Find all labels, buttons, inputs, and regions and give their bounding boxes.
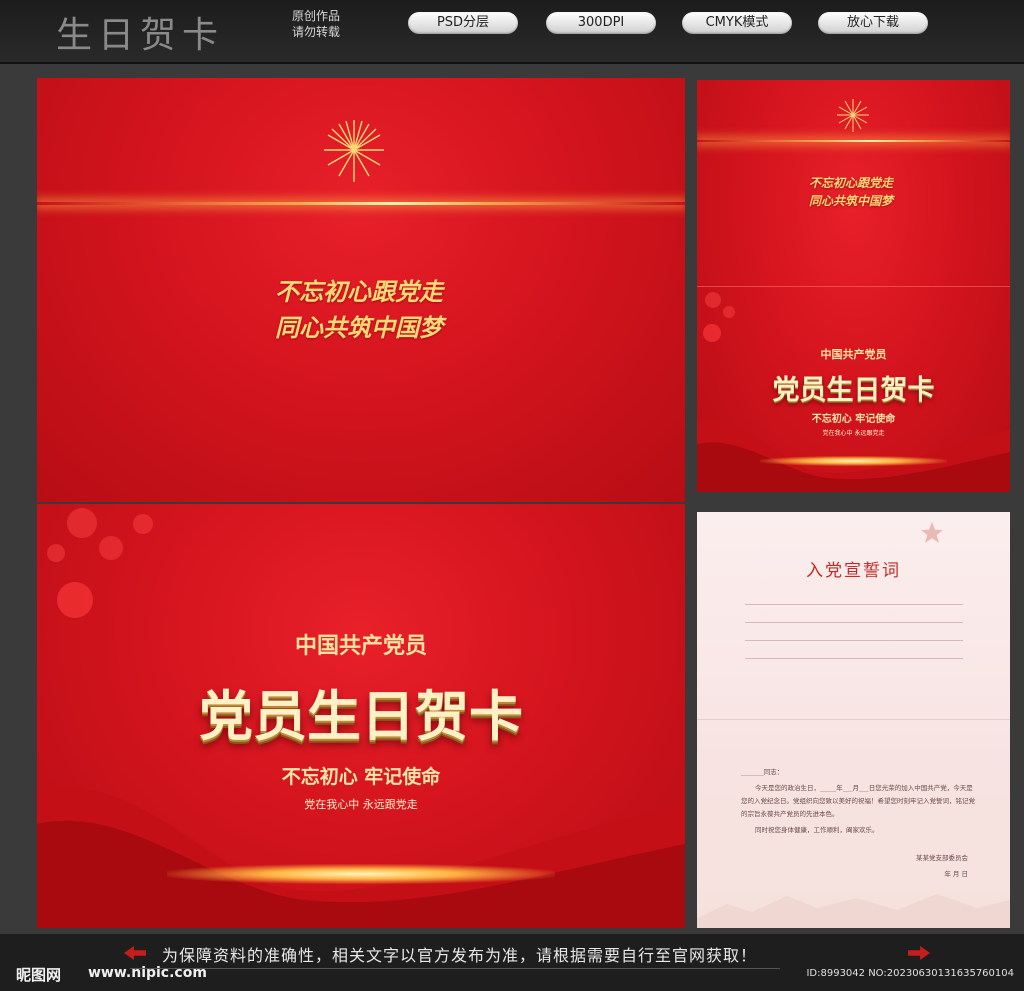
floor-glow [166, 864, 556, 884]
blank-line [745, 658, 963, 659]
slogan-line-2: 同心共筑中国梦 [275, 313, 443, 342]
card-preview-small: 不忘初心跟党走 同心共筑中国梦 中国共产党员 党员生日贺卡 不忘初心 牢记使命 … [697, 80, 1010, 492]
footer-divider [130, 968, 780, 969]
disclaimer-notice: 为保障资料的准确性，相关文字以官方发布为准，请根据需要自行至官网获取！ [162, 946, 758, 965]
bokeh [705, 292, 721, 308]
floor-glow [759, 456, 948, 466]
brand-name: 昵图网 [16, 966, 62, 984]
bokeh [703, 324, 721, 342]
brand-url[interactable]: www.nipic.com [88, 965, 207, 981]
badge-dpi: 300DPI [546, 12, 656, 34]
bokeh [47, 544, 65, 562]
bokeh [67, 508, 97, 538]
copyright-note: 原创作品 请勿转载 [292, 9, 341, 39]
letter-signature: 某某党支部委员会 [916, 854, 968, 862]
mountain-decoration [697, 894, 1010, 928]
glow-line [37, 202, 685, 205]
page-title: 生日贺卡 [56, 15, 225, 56]
blank-line [745, 640, 963, 641]
letter-salutation: _______同志： [741, 768, 784, 776]
fold-line [697, 719, 1010, 720]
letter-paragraph-2: 同时祝您身体健康，工作顺利，阖家欢乐。 [755, 826, 879, 834]
bokeh [723, 306, 735, 318]
image-id-line: ID:8993042 NO:20230630131635760104 [806, 968, 1014, 979]
small-card-subtitle: 中国共产党员 [820, 348, 887, 361]
firework-icon [324, 120, 384, 182]
ribbon-wave [697, 418, 1010, 492]
bokeh [133, 514, 153, 534]
blank-line [745, 604, 963, 605]
arrow-right-icon [908, 946, 930, 960]
firework-icon [837, 99, 869, 132]
footer-bar: 为保障资料的准确性，相关文字以官方发布为准，请根据需要自行至官网获取！ 昵图网 … [0, 934, 1024, 991]
letter-date: 年 月 日 [944, 870, 968, 878]
small-slogan-line-2: 同心共筑中国梦 [809, 194, 894, 208]
bokeh [57, 582, 93, 618]
letter-paragraph-1: 今天是您的政治生日，_____年___月___日您光荣的加入中国共产党，今天是您… [741, 784, 975, 818]
small-slogan-line-1: 不忘初心跟党走 [809, 176, 894, 190]
fold-line [697, 286, 1010, 287]
slogan-line-1: 不忘初心跟党走 [275, 277, 443, 306]
badge-download: 放心下载 [818, 12, 928, 34]
arrow-left-icon [124, 946, 146, 960]
card-inner-large: 中国共产党员 党员生日贺卡 不忘初心 牢记使命 党在我心中 永远跟党走 [37, 504, 685, 928]
star-icon [921, 522, 943, 543]
letter-title: 入党宣誓词 [806, 561, 901, 581]
card-subtitle: 中国共产党员 [294, 634, 427, 659]
ribbon-wave [37, 787, 685, 928]
card-cover-large: 不忘初心跟党走 同心共筑中国梦 [37, 78, 685, 502]
header-bar: 生日贺卡 原创作品 请勿转载 PSD分层 300DPI CMYK模式 放心下载 [0, 0, 1024, 64]
letter-card: 入党宣誓词 _______同志： 今天是您的政治生日，_____年___月___… [697, 512, 1010, 928]
blank-line [745, 622, 963, 623]
badge-cmyk: CMYK模式 [682, 12, 792, 34]
bokeh [99, 536, 123, 560]
glow-line [697, 140, 1010, 142]
badge-psd: PSD分层 [408, 12, 518, 34]
